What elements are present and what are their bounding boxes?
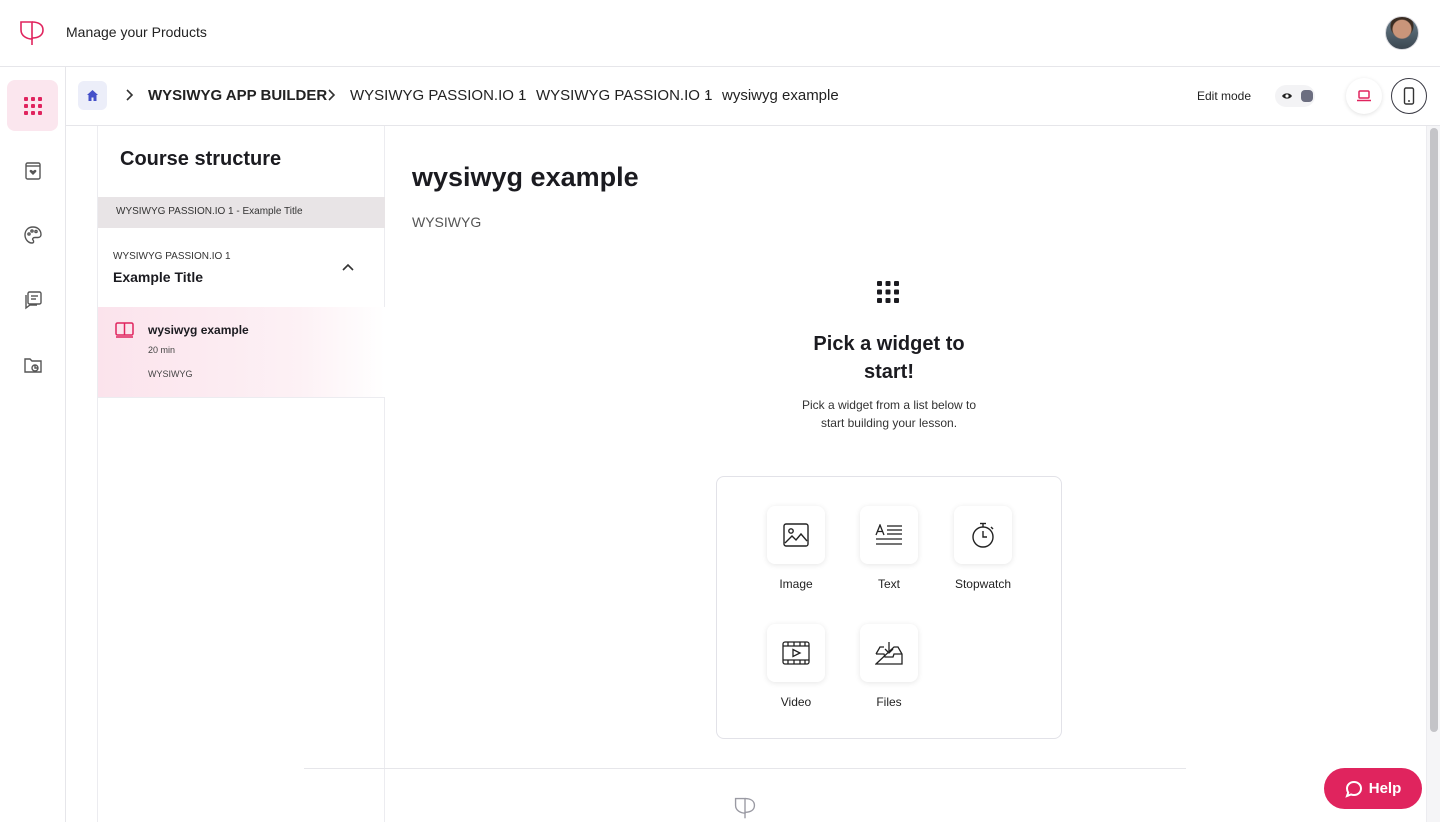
help-label: Help <box>1368 780 1402 797</box>
pick-widget-description: Pick a widget from a list below to start… <box>801 398 977 430</box>
lesson-heading: wysiwyg example <box>412 162 639 192</box>
video-icon <box>782 641 810 665</box>
mobile-preview-button[interactable] <box>1391 78 1427 114</box>
widget-label: Text <box>877 577 900 591</box>
footer-divider <box>304 768 1186 769</box>
eye-icon <box>1282 93 1292 99</box>
pick-widget-title: Pick a widget to start! <box>813 333 965 383</box>
widget-tile[interactable] <box>860 624 918 682</box>
chevron-up-icon[interactable] <box>342 263 354 271</box>
nav-design[interactable] <box>7 209 58 260</box>
edit-mode-label: Edit mode <box>1197 89 1252 103</box>
module-title[interactable]: Example Title <box>113 269 203 285</box>
lesson-tag: WYSIWYG <box>148 369 193 379</box>
module-subtitle: WYSIWYG PASSION.IO 1 <box>113 251 231 262</box>
breadcrumb-section[interactable]: WYSIWYG PASSION.IO 1 <box>536 87 712 104</box>
folder-chart-icon <box>23 357 42 373</box>
toggle-knob <box>1301 90 1313 102</box>
image-icon <box>783 523 809 547</box>
lesson-subheading: WYSIWYG <box>412 214 482 230</box>
widget-tile[interactable] <box>767 506 825 564</box>
brand-logo-icon[interactable] <box>18 19 46 47</box>
breadcrumb-app-builder[interactable]: WYSIWYG APP BUILDER <box>148 87 327 104</box>
breadcrumb-dot: · <box>519 85 524 102</box>
desktop-preview-button[interactable] <box>1346 78 1382 114</box>
widget-label: Stopwatch <box>954 577 1012 591</box>
palette-icon <box>23 225 42 244</box>
widget-label: Image <box>779 577 813 591</box>
laptop-icon <box>1357 90 1371 102</box>
widget-tile[interactable] <box>860 506 918 564</box>
scrollbar[interactable] <box>1426 126 1440 822</box>
widgets-grid-icon <box>877 281 899 303</box>
widget-files[interactable]: Files <box>849 624 929 709</box>
nav-feedback[interactable] <box>7 274 58 325</box>
panel-title: Course structure <box>120 148 282 170</box>
breadcrumb-lesson[interactable]: wysiwyg example <box>722 87 839 104</box>
left-navigation-rail <box>0 67 66 822</box>
nav-products[interactable] <box>7 145 58 196</box>
text-icon <box>875 524 902 545</box>
chevron-right-icon <box>328 89 336 101</box>
widget-video[interactable]: Video <box>756 624 836 709</box>
phone-icon <box>1403 87 1415 105</box>
chevron-right-icon <box>126 89 134 101</box>
section-header[interactable]: WYSIWYG PASSION.IO 1 - Example Title <box>98 197 385 228</box>
nav-apps[interactable] <box>7 80 58 131</box>
widget-picker: Image Text Stopwatch Video Files <box>716 476 1062 739</box>
lesson-duration: 20 min <box>148 345 176 355</box>
footer-logo-icon <box>734 797 756 819</box>
breadcrumb-dot: · <box>705 85 710 102</box>
nav-files[interactable] <box>7 339 58 390</box>
stopwatch-icon <box>972 522 994 548</box>
widget-label: Files <box>876 695 902 709</box>
app-title: Manage your Products <box>66 24 207 40</box>
course-structure-panel: Course structure WYSIWYG PASSION.IO 1 - … <box>97 126 385 822</box>
widget-label: Video <box>780 695 812 709</box>
scrollbar-thumb[interactable] <box>1430 128 1438 732</box>
product-icon <box>24 161 41 180</box>
widget-image[interactable]: Image <box>756 506 836 591</box>
edit-mode-toggle[interactable] <box>1275 85 1315 107</box>
top-bar: Manage your Products <box>0 0 1440 67</box>
breadcrumb-product[interactable]: WYSIWYG PASSION.IO 1 <box>350 87 526 104</box>
breadcrumb-bar: WYSIWYG APP BUILDER WYSIWYG PASSION.IO 1… <box>66 67 1440 126</box>
apps-grid-icon <box>23 96 42 115</box>
lesson-item[interactable]: wysiwyg example 20 min WYSIWYG <box>98 307 385 398</box>
home-icon <box>87 90 98 101</box>
home-button[interactable] <box>78 81 107 110</box>
lesson-title: wysiwyg example <box>148 323 249 337</box>
help-button[interactable]: Help <box>1324 768 1422 809</box>
feedback-icon <box>24 290 42 309</box>
book-icon <box>115 322 134 338</box>
chat-bubble-icon <box>1345 780 1362 798</box>
widget-tile[interactable] <box>767 624 825 682</box>
download-tray-icon <box>875 642 903 665</box>
widget-text[interactable]: Text <box>849 506 929 591</box>
user-avatar[interactable] <box>1385 16 1419 50</box>
widget-tile[interactable] <box>954 506 1012 564</box>
widget-stopwatch[interactable]: Stopwatch <box>943 506 1023 591</box>
